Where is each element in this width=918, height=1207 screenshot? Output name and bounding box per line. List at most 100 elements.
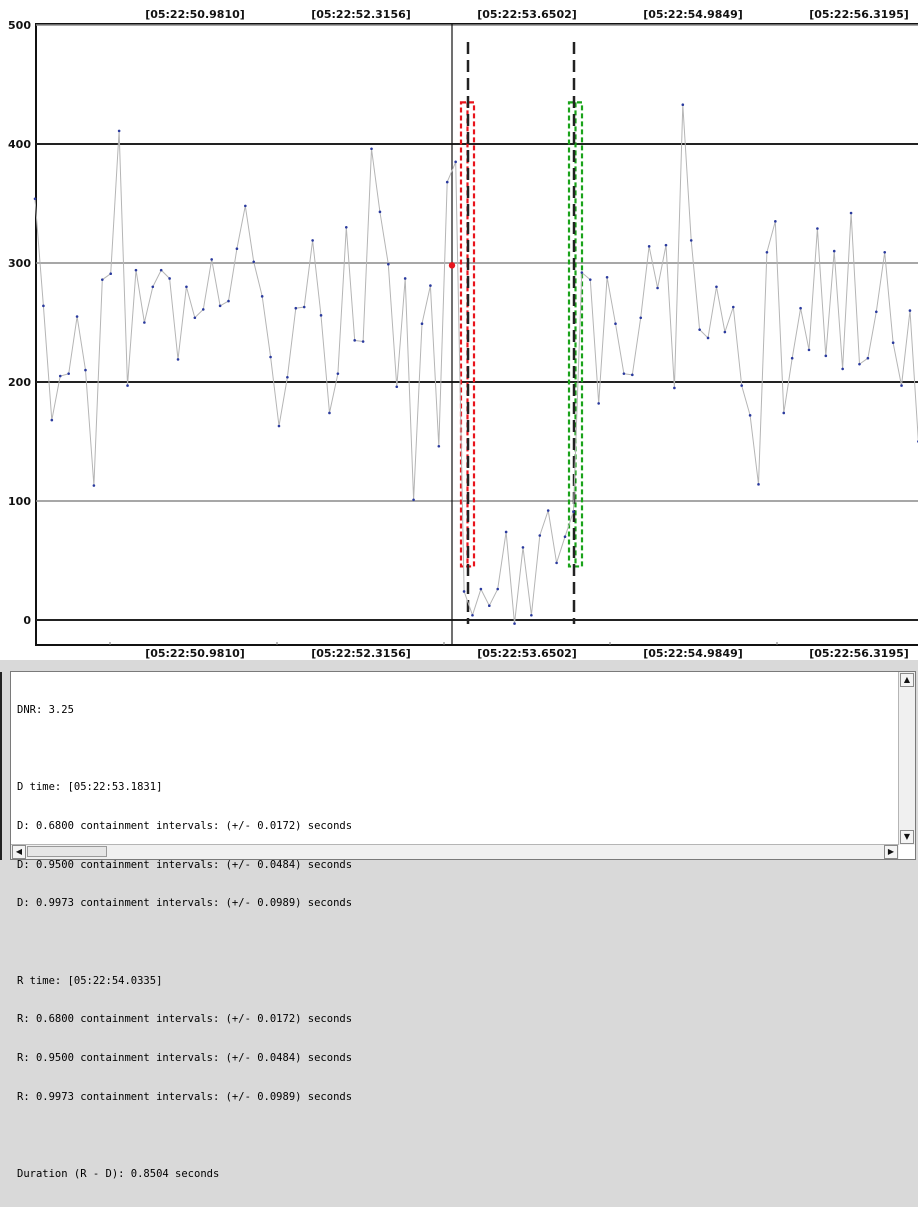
log-line-blank xyxy=(17,1130,893,1143)
arrow-up-icon: ▲ xyxy=(903,675,911,684)
x-tick-label-top: [05:22:54.9849] xyxy=(643,8,743,21)
data-point xyxy=(731,305,735,309)
scroll-right-button[interactable]: ▶ xyxy=(884,845,898,859)
x-tick-label-top: [05:22:52.3156] xyxy=(311,8,411,21)
x-tick-label-bottom: [05:22:52.3156] xyxy=(311,647,411,660)
data-point xyxy=(134,268,138,272)
data-point xyxy=(588,278,592,281)
data-point xyxy=(302,305,306,309)
data-point xyxy=(462,590,466,593)
data-point xyxy=(488,604,491,608)
data-point xyxy=(185,285,188,289)
data-point xyxy=(378,210,382,214)
data-point xyxy=(344,226,348,229)
data-point xyxy=(866,356,870,360)
data-point xyxy=(159,268,163,272)
data-point xyxy=(67,372,70,375)
data-point xyxy=(706,336,710,340)
data-point xyxy=(33,197,37,201)
log-line-d-time: D time: [05:22:53.1831] xyxy=(17,781,163,794)
data-point xyxy=(782,411,786,415)
data-point xyxy=(101,278,104,281)
log-text-panel[interactable]: DNR: 3.25 D time: [05:22:53.1831] D: 0.6… xyxy=(10,671,916,1180)
data-point xyxy=(50,418,54,422)
line-chart[interactable]: 0 100 200 300 400 500 [05:22:50.9810] [05:22:50… xyxy=(0,0,918,660)
data-point xyxy=(117,129,121,133)
scroll-down-button[interactable]: ▼ xyxy=(900,830,914,844)
data-point xyxy=(513,622,516,625)
data-point xyxy=(858,362,861,366)
data-point xyxy=(353,339,356,342)
data-point xyxy=(681,103,685,107)
log-line-d-095: D: 0.9500 containment intervals: (+/- 0.… xyxy=(17,858,353,871)
data-point xyxy=(235,247,239,251)
data-point xyxy=(748,414,752,417)
data-point xyxy=(126,384,129,387)
data-point xyxy=(227,299,230,303)
data-point xyxy=(723,330,727,334)
data-point xyxy=(891,341,895,345)
data-point xyxy=(84,368,87,372)
data-point xyxy=(504,530,508,534)
data-point xyxy=(42,304,45,308)
vertical-scrollbar[interactable]: ▲ ▼ xyxy=(898,672,915,845)
data-point xyxy=(875,310,878,314)
cursor-marker xyxy=(448,262,456,269)
data-point xyxy=(563,535,567,538)
scroll-left-button[interactable]: ◀ xyxy=(12,845,26,859)
y-tick-label-100: 100 xyxy=(8,495,31,508)
data-point xyxy=(538,534,542,537)
data-point xyxy=(715,285,718,289)
y-tick-label-400: 400 xyxy=(8,138,31,151)
data-point xyxy=(319,314,323,317)
data-point xyxy=(689,239,693,242)
x-tick-label-bottom: [05:22:54.9849] xyxy=(643,647,743,660)
data-point xyxy=(210,258,213,261)
data-point xyxy=(58,374,62,378)
horizontal-scroll-thumb[interactable] xyxy=(27,846,107,857)
data-point xyxy=(631,373,634,377)
data-point xyxy=(824,354,828,358)
plot-panel[interactable]: 0 100 200 300 400 500 [05:22:50.9810] [05:22:50… xyxy=(0,0,918,660)
scroll-up-button[interactable]: ▲ xyxy=(900,673,914,687)
y-tick-label-500: 500 xyxy=(8,19,31,32)
y-tick-label-200: 200 xyxy=(8,376,31,389)
data-point xyxy=(908,309,912,312)
log-line-d-09973: D: 0.9973 containment intervals: (+/- 0.… xyxy=(17,897,353,910)
arrow-left-icon: ◀ xyxy=(15,847,23,856)
y-tick-label-0: 0 xyxy=(23,614,31,627)
data-point xyxy=(580,271,584,274)
plot-frame xyxy=(35,23,918,646)
data-point xyxy=(765,250,769,254)
log-line-r-095: R: 0.9500 containment intervals: (+/- 0.… xyxy=(17,1052,353,1065)
x-tick-label-bottom: [05:22:50.9810] xyxy=(145,647,245,660)
data-point xyxy=(277,424,281,428)
data-point xyxy=(75,315,79,318)
data-point xyxy=(656,286,659,290)
x-tick-label-top: [05:22:56.3195] xyxy=(809,8,909,21)
data-point xyxy=(757,483,760,486)
data-point xyxy=(605,275,609,279)
data-point xyxy=(403,277,407,280)
data-point xyxy=(151,285,155,289)
data-point xyxy=(900,384,903,387)
data-point xyxy=(395,385,399,389)
data-point xyxy=(218,304,222,308)
log-line-dnr: DNR: 3.25 xyxy=(17,703,74,716)
data-point xyxy=(790,356,794,360)
horizontal-scrollbar[interactable]: ◀ ▶ xyxy=(11,844,899,859)
data-point xyxy=(454,160,457,164)
data-point xyxy=(361,340,365,343)
data-point xyxy=(286,375,289,379)
arrow-right-icon: ▶ xyxy=(887,847,895,856)
data-point xyxy=(92,484,96,487)
data-point xyxy=(614,322,617,325)
data-point xyxy=(193,316,197,320)
data-point xyxy=(673,386,676,390)
data-point xyxy=(176,358,180,361)
data-point xyxy=(336,372,340,375)
data-point xyxy=(294,306,298,310)
log-line-r-time: R time: [05:22:54.0335] xyxy=(17,974,163,987)
data-point xyxy=(597,402,600,405)
data-point xyxy=(496,587,500,591)
